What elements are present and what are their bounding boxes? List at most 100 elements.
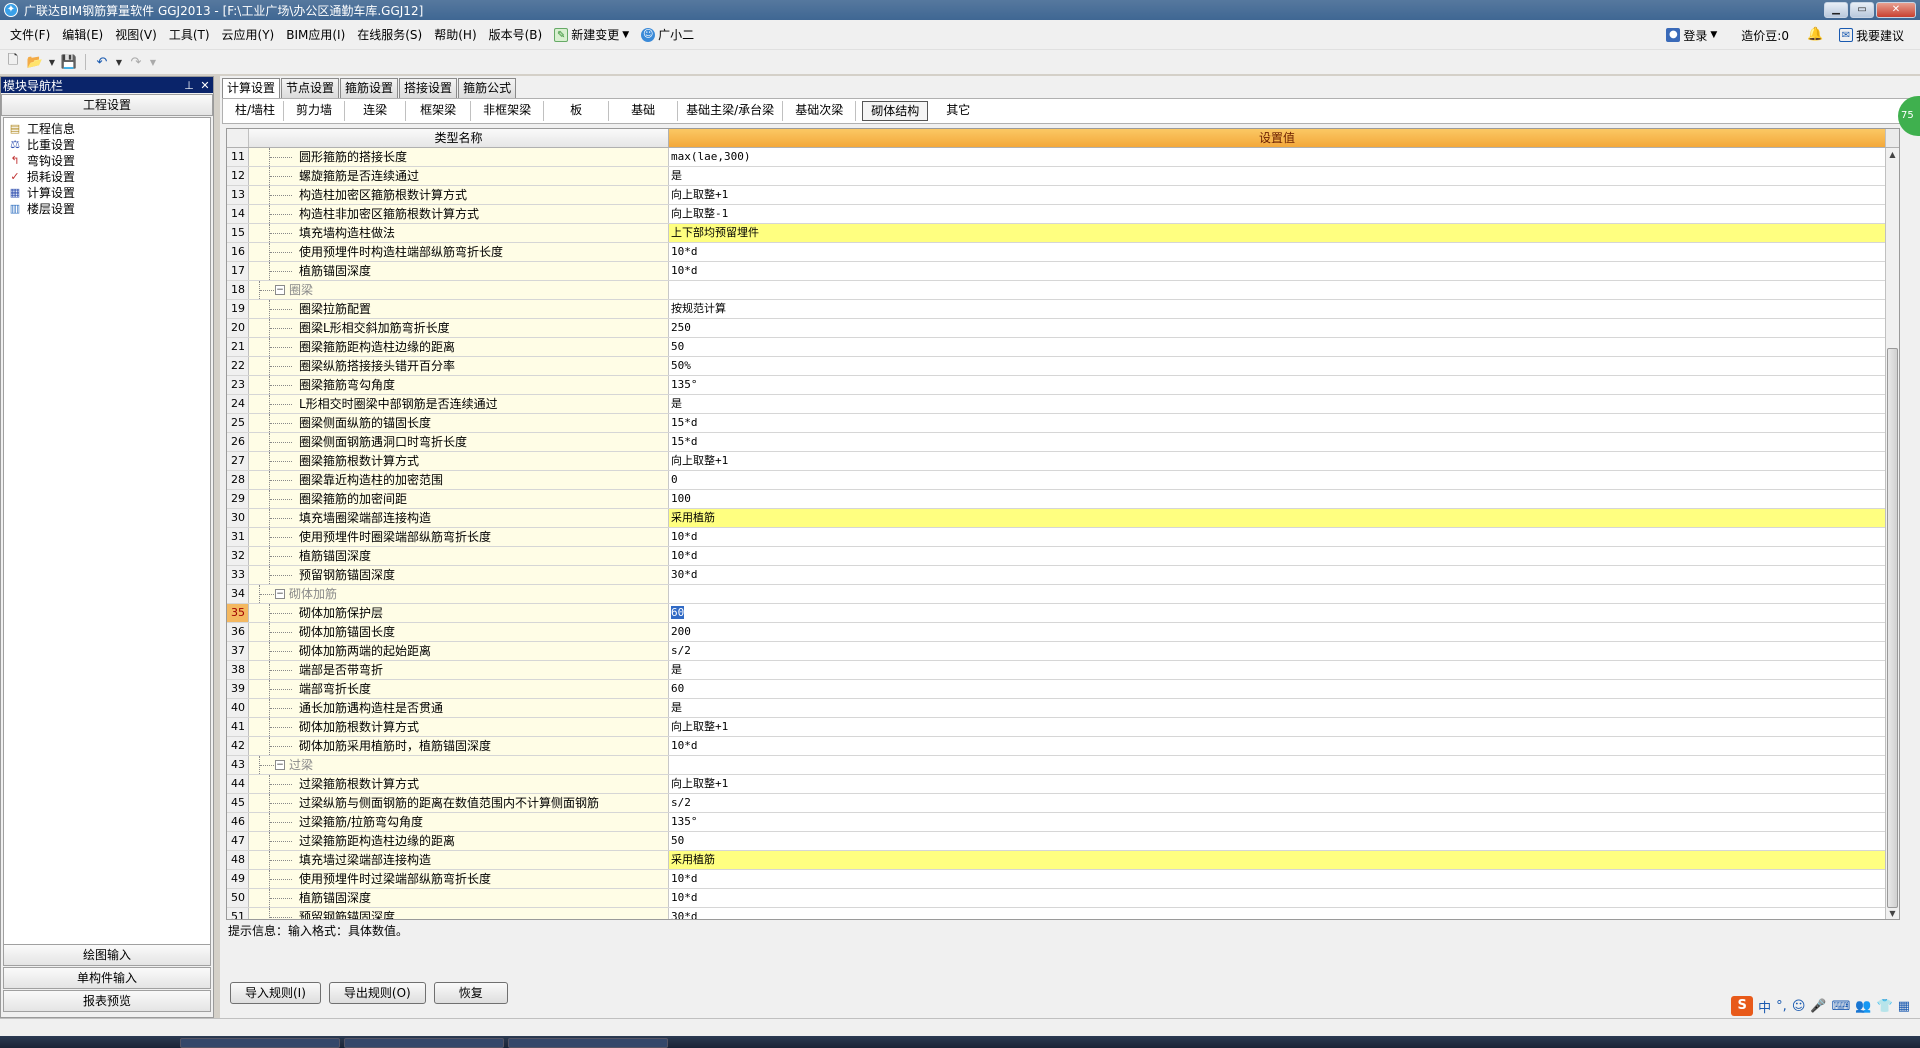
setting-name-cell[interactable]: − 砌体加筋 [249, 585, 669, 603]
menu-bim[interactable]: BIM应用(I) [280, 26, 351, 43]
row-number[interactable]: 22 [227, 357, 249, 375]
row-number[interactable]: 49 [227, 870, 249, 888]
setting-name-cell[interactable]: 过梁纵筋与侧面钢筋的距离在数值范围内不计算侧面钢筋 [249, 794, 669, 812]
setting-value-cell[interactable]: 50% [669, 357, 1885, 375]
close-icon[interactable]: ✕ [197, 79, 213, 92]
setting-value-cell[interactable]: 采用植筋 [669, 509, 1885, 527]
tree-item-loss[interactable]: ✓ 损耗设置 [4, 168, 210, 184]
row-number[interactable]: 46 [227, 813, 249, 831]
table-row[interactable]: 17 植筋锚固深度 10*d [227, 262, 1899, 281]
single-component-button[interactable]: 单构件输入 [3, 967, 211, 989]
row-number[interactable]: 30 [227, 509, 249, 527]
setting-value-cell[interactable]: 10*d [669, 889, 1885, 907]
row-number[interactable]: 24 [227, 395, 249, 413]
row-number[interactable]: 44 [227, 775, 249, 793]
setting-value-cell[interactable]: 0 [669, 471, 1885, 489]
bell-icon[interactable]: 🔔 [1807, 28, 1823, 42]
setting-name-cell[interactable]: 圈梁箍筋根数计算方式 [249, 452, 669, 470]
dropdown-icon[interactable]: ▼ [149, 53, 157, 71]
ime-lang[interactable]: 中 [1758, 997, 1771, 1016]
table-row[interactable]: 35 砌体加筋保护层 60 [227, 604, 1899, 623]
table-row[interactable]: 28 圈梁靠近构造柱的加密范围 0 [227, 471, 1899, 490]
suggest-menu[interactable]: ✉ 我要建议 [1833, 27, 1910, 44]
row-number[interactable]: 45 [227, 794, 249, 812]
setting-value-cell[interactable]: 135° [669, 376, 1885, 394]
row-number[interactable]: 16 [227, 243, 249, 261]
row-number[interactable]: 39 [227, 680, 249, 698]
row-number[interactable]: 27 [227, 452, 249, 470]
import-rules-button[interactable]: 导入规则(I) [230, 982, 321, 1004]
open-folder-icon[interactable]: 📂 [26, 53, 44, 71]
setting-name-cell[interactable]: 构造柱非加密区箍筋根数计算方式 [249, 205, 669, 223]
table-row[interactable]: 38 端部是否带弯折 是 [227, 661, 1899, 680]
grid-menu-icon[interactable]: ▦ [1898, 999, 1910, 1014]
setting-name-cell[interactable]: 植筋锚固深度 [249, 262, 669, 280]
table-row[interactable]: 24 L形相交时圈梁中部钢筋是否连续通过 是 [227, 395, 1899, 414]
row-number[interactable]: 51 [227, 908, 249, 919]
setting-value-cell[interactable]: 10*d [669, 737, 1885, 755]
table-row[interactable]: 48 填充墙过梁端部连接构造 采用植筋 [227, 851, 1899, 870]
setting-name-cell[interactable]: 植筋锚固深度 [249, 889, 669, 907]
subtab-foundation-secondary-beam[interactable]: 基础次梁 [783, 101, 857, 121]
setting-value-cell[interactable]: 向上取整+1 [669, 775, 1885, 793]
table-row[interactable]: 13 构造柱加密区箍筋根数计算方式 向上取整+1 [227, 186, 1899, 205]
taskbar-item[interactable] [344, 1038, 504, 1048]
row-number[interactable]: 15 [227, 224, 249, 242]
setting-value-cell[interactable] [669, 281, 1885, 299]
menu-tools[interactable]: 工具(T) [163, 26, 216, 43]
setting-name-cell[interactable]: 填充墙圈梁端部连接构造 [249, 509, 669, 527]
row-number[interactable]: 28 [227, 471, 249, 489]
setting-name-cell[interactable]: 使用预埋件时圈梁端部纵筋弯折长度 [249, 528, 669, 546]
setting-name-cell[interactable]: 砌体加筋根数计算方式 [249, 718, 669, 736]
subtab-slab[interactable]: 板 [544, 101, 610, 121]
table-row[interactable]: 39 端部弯折长度 60 [227, 680, 1899, 699]
table-group-row[interactable]: 34− 砌体加筋 [227, 585, 1899, 604]
setting-name-cell[interactable]: 过梁箍筋根数计算方式 [249, 775, 669, 793]
table-row[interactable]: 29 圈梁箍筋的加密间距 100 [227, 490, 1899, 509]
row-number[interactable]: 48 [227, 851, 249, 869]
redo-icon[interactable]: ↷ [127, 53, 145, 71]
setting-name-cell[interactable]: 植筋锚固深度 [249, 547, 669, 565]
setting-name-cell[interactable]: 构造柱加密区箍筋根数计算方式 [249, 186, 669, 204]
setting-value-cell[interactable]: 10*d [669, 870, 1885, 888]
close-button[interactable]: ✕ [1876, 2, 1916, 18]
table-row[interactable]: 44 过梁箍筋根数计算方式 向上取整+1 [227, 775, 1899, 794]
table-row[interactable]: 11 圆形箍筋的搭接长度 max(lae,300) [227, 148, 1899, 167]
menu-file[interactable]: 文件(F) [4, 26, 56, 43]
setting-name-cell[interactable]: 圈梁纵筋搭接接头错开百分率 [249, 357, 669, 375]
setting-value-cell[interactable]: 60 [669, 680, 1885, 698]
subtab-link-beam[interactable]: 连梁 [345, 101, 407, 121]
setting-value-cell[interactable]: 是 [669, 661, 1885, 679]
subtab-other[interactable]: 其它 [928, 101, 988, 121]
setting-name-cell[interactable]: 通长加筋遇构造柱是否贯通 [249, 699, 669, 717]
setting-value-cell[interactable]: s/2 [669, 794, 1885, 812]
table-row[interactable]: 46 过梁箍筋/拉筋弯勾角度 135° [227, 813, 1899, 832]
menu-version[interactable]: 版本号(B) [483, 26, 549, 43]
setting-name-cell[interactable]: − 过梁 [249, 756, 669, 774]
drawing-input-button[interactable]: 绘图输入 [3, 944, 211, 966]
setting-value-cell[interactable]: 向上取整+1 [669, 718, 1885, 736]
setting-value-cell[interactable]: 100 [669, 490, 1885, 508]
emoji-icon[interactable]: ☺ [1792, 999, 1806, 1014]
table-row[interactable]: 40 通长加筋遇构造柱是否贯通 是 [227, 699, 1899, 718]
row-number[interactable]: 37 [227, 642, 249, 660]
collapse-icon[interactable]: − [275, 285, 285, 295]
tab-stirrup-settings[interactable]: 箍筋设置 [340, 78, 399, 98]
maximize-button[interactable]: ▭ [1850, 2, 1874, 18]
column-header-name[interactable]: 类型名称 [249, 129, 669, 147]
dropdown-icon[interactable]: ▼ [48, 53, 56, 71]
new-file-icon[interactable]: 🗋 [4, 53, 22, 71]
row-number[interactable]: 42 [227, 737, 249, 755]
tree-item-hook[interactable]: ↰ 弯钩设置 [4, 152, 210, 168]
setting-value-cell[interactable]: 60 [669, 604, 1885, 622]
table-row[interactable]: 31 使用预埋件时圈梁端部纵筋弯折长度 10*d [227, 528, 1899, 547]
setting-value-cell[interactable]: 是 [669, 167, 1885, 185]
tab-node-settings[interactable]: 节点设置 [281, 78, 340, 98]
tab-calc-settings[interactable]: 计算设置 [222, 78, 281, 98]
tab-stirrup-formula[interactable]: 箍筋公式 [458, 78, 517, 98]
undo-icon[interactable]: ↶ [93, 53, 111, 71]
column-header-value[interactable]: 设置值 [669, 129, 1885, 147]
setting-name-cell[interactable]: 过梁箍筋/拉筋弯勾角度 [249, 813, 669, 831]
row-number[interactable]: 43 [227, 756, 249, 774]
setting-name-cell[interactable]: 过梁箍筋距构造柱边缘的距离 [249, 832, 669, 850]
